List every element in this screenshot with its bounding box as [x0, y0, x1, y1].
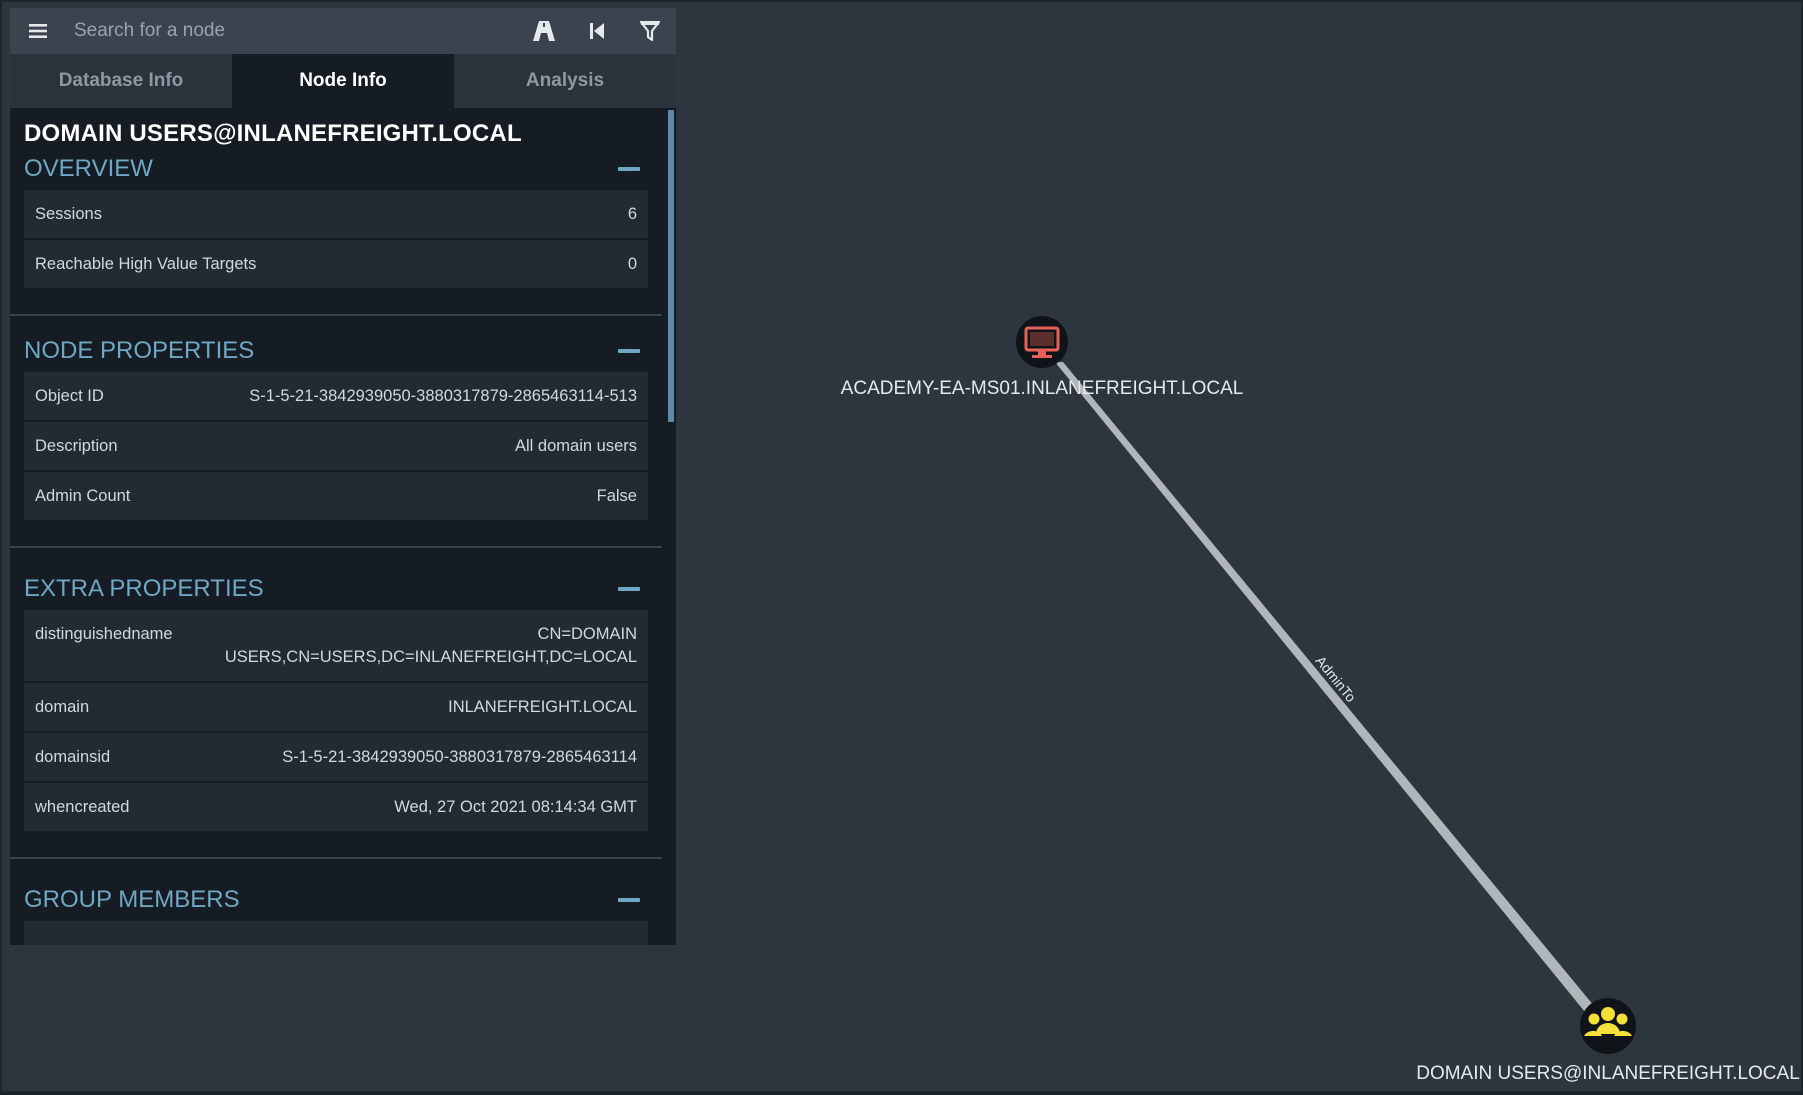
- overview-title: OVERVIEW: [24, 155, 153, 182]
- prop-value: 0: [627, 255, 637, 273]
- prop-value: False: [596, 487, 637, 505]
- back-button[interactable]: [570, 8, 623, 54]
- extra-properties-title: EXTRA PROPERTIES: [24, 575, 264, 602]
- overview-section: OVERVIEW Sessions 6 Reachable High Value…: [10, 148, 662, 316]
- table-row[interactable]: domain INLANEFREIGHT.LOCAL: [24, 683, 648, 733]
- extra-properties-header[interactable]: EXTRA PROPERTIES: [24, 568, 648, 610]
- overview-table: Sessions 6 Reachable High Value Targets …: [24, 190, 648, 288]
- tab-analysis[interactable]: Analysis: [454, 54, 676, 108]
- skip-back-icon: [589, 23, 604, 39]
- table-row[interactable]: Sessions 6: [24, 190, 648, 240]
- prop-value: S-1-5-21-3842939050-3880317879-286546311…: [249, 387, 637, 405]
- prop-value: S-1-5-21-3842939050-3880317879-286546311…: [282, 748, 637, 766]
- prop-value: All domain users: [515, 437, 637, 455]
- table-row[interactable]: Description All domain users: [24, 422, 648, 472]
- prop-key: Reachable High Value Targets: [35, 255, 257, 273]
- filter-button[interactable]: [623, 8, 676, 54]
- prop-key: domainsid: [35, 748, 111, 766]
- prop-key: distinguishedname: [35, 625, 173, 643]
- scrollbar-thumb[interactable]: [668, 110, 674, 422]
- prop-value: CN=DOMAIN USERS,CN=USERS,DC=INLANEFREIGH…: [224, 625, 637, 666]
- edge-line[interactable]: [1055, 362, 1599, 1012]
- prop-key: Object ID: [35, 387, 104, 405]
- prop-value: Wed, 27 Oct 2021 08:14:34 GMT: [394, 798, 637, 816]
- filter-funnel-icon: [639, 21, 660, 41]
- prop-value: INLANEFREIGHT.LOCAL: [448, 698, 637, 716]
- edge-adminto[interactable]: AdminTo: [1055, 362, 1599, 1012]
- node-properties-section: NODE PROPERTIES Object ID S-1-5-21-38429…: [10, 316, 662, 548]
- prop-key: domain: [35, 698, 90, 716]
- pathfinding-road-icon: [532, 21, 555, 41]
- search-input[interactable]: [66, 11, 517, 51]
- group-node[interactable]: [1580, 998, 1636, 1054]
- node-properties-header[interactable]: NODE PROPERTIES: [24, 330, 648, 372]
- table-row[interactable]: Object ID S-1-5-21-3842939050-3880317879…: [24, 372, 648, 422]
- collapse-icon[interactable]: [618, 349, 640, 353]
- table-row[interactable]: whencreated Wed, 27 Oct 2021 08:14:34 GM…: [24, 783, 648, 831]
- prop-key: Description: [35, 437, 118, 455]
- overview-header[interactable]: OVERVIEW: [24, 148, 648, 190]
- collapse-icon[interactable]: [618, 167, 640, 171]
- table-row[interactable]: domainsid S-1-5-21-3842939050-3880317879…: [24, 733, 648, 783]
- prop-key: Sessions: [35, 205, 102, 223]
- table-row[interactable]: distinguishedname CN=DOMAIN USERS,CN=USE…: [24, 610, 648, 683]
- node-title: DOMAIN USERS@INLANEFREIGHT.LOCAL: [24, 120, 522, 147]
- computer-node-label[interactable]: ACADEMY-EA-MS01.INLANEFREIGHT.LOCAL: [841, 378, 1244, 400]
- table-row[interactable]: Admin Count False: [24, 472, 648, 520]
- node-info-content[interactable]: DOMAIN USERS@INLANEFREIGHT.LOCAL OVERVIE…: [10, 108, 676, 945]
- collapse-icon[interactable]: [618, 587, 640, 591]
- group-members-header[interactable]: GROUP MEMBERS: [24, 879, 648, 921]
- collapse-icon[interactable]: [618, 898, 640, 902]
- group-members-section: GROUP MEMBERS: [10, 859, 662, 945]
- tab-node-info[interactable]: Node Info: [232, 54, 454, 108]
- side-panel: Database Info Node Info Analysis DOMAIN …: [10, 8, 676, 945]
- group-node-label[interactable]: DOMAIN USERS@INLANEFREIGHT.LOCAL: [1416, 1063, 1800, 1085]
- prop-value: 6: [627, 205, 637, 223]
- tab-bar: Database Info Node Info Analysis: [10, 54, 676, 108]
- hamburger-menu-icon: [29, 24, 47, 38]
- extra-properties-section: EXTRA PROPERTIES distinguishedname CN=DO…: [10, 548, 662, 859]
- group-members-table: [24, 921, 648, 945]
- menu-button[interactable]: [10, 8, 66, 54]
- node-properties-table: Object ID S-1-5-21-3842939050-3880317879…: [24, 372, 648, 520]
- computer-node[interactable]: [1016, 316, 1068, 368]
- prop-key: Admin Count: [35, 487, 131, 505]
- table-row[interactable]: Reachable High Value Targets 0: [24, 240, 648, 288]
- prop-key: whencreated: [35, 798, 130, 816]
- extra-properties-table: distinguishedname CN=DOMAIN USERS,CN=USE…: [24, 610, 648, 831]
- search-bar: [10, 8, 676, 54]
- node-properties-title: NODE PROPERTIES: [24, 337, 255, 364]
- tab-database-info[interactable]: Database Info: [10, 54, 232, 108]
- group-members-title: GROUP MEMBERS: [24, 886, 240, 913]
- pathfinding-button[interactable]: [517, 8, 570, 54]
